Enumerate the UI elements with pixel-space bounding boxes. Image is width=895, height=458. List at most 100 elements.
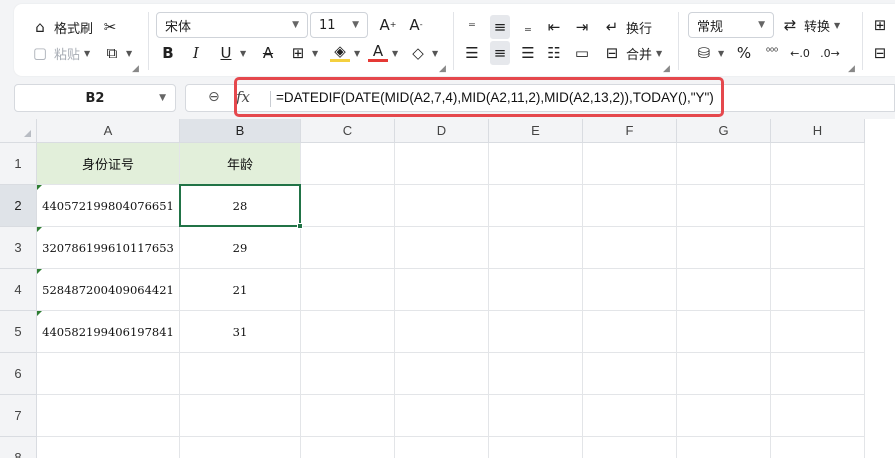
cell-e8[interactable] <box>489 437 583 458</box>
column-header-f[interactable]: F <box>583 119 677 143</box>
function-icon[interactable]: fx <box>236 88 250 106</box>
cell-h5[interactable] <box>771 311 865 353</box>
cell-g7[interactable] <box>677 395 771 437</box>
row-header-1[interactable]: 1 <box>0 143 37 185</box>
cell-g3[interactable] <box>677 227 771 269</box>
align-bottom-button[interactable]: ₌ <box>518 15 538 39</box>
cell-c5[interactable] <box>301 311 395 353</box>
row-col-button[interactable]: ⊞ <box>870 13 890 37</box>
cell-d7[interactable] <box>395 395 489 437</box>
cell-e7[interactable] <box>489 395 583 437</box>
number-format-select[interactable]: 常规 ▼ <box>688 12 774 38</box>
cell-d4[interactable] <box>395 269 489 311</box>
cell-f5[interactable] <box>583 311 677 353</box>
thousands-button[interactable]: ⁰⁰⁰ <box>762 41 782 65</box>
cell-a4[interactable]: 528487200409064421 <box>37 269 180 311</box>
row-header-4[interactable]: 4 <box>0 269 37 311</box>
cell-d8[interactable] <box>395 437 489 458</box>
cell-e1[interactable] <box>489 143 583 185</box>
font-launcher-icon[interactable]: ◢ <box>439 64 446 74</box>
currency-button[interactable]: ⛁ ▼ <box>694 41 724 65</box>
justify-button[interactable]: ☷ <box>544 41 564 65</box>
decrease-indent-button[interactable]: ⇤ <box>544 15 564 39</box>
cell-c3[interactable] <box>301 227 395 269</box>
row-header-6[interactable]: 6 <box>0 353 37 395</box>
cell-f7[interactable] <box>583 395 677 437</box>
cell-b2[interactable]: 28 <box>180 185 301 227</box>
cell-b4[interactable]: 21 <box>180 269 301 311</box>
cell-b6[interactable] <box>180 353 301 395</box>
cell-h4[interactable] <box>771 269 865 311</box>
percent-button[interactable]: % <box>734 41 754 65</box>
cell-d6[interactable] <box>395 353 489 395</box>
select-all-corner[interactable] <box>0 119 37 143</box>
align-top-button[interactable]: ⁼ <box>462 15 482 39</box>
cell-f8[interactable] <box>583 437 677 458</box>
row-header-2[interactable]: 2 <box>0 185 37 227</box>
column-header-a[interactable]: A <box>37 119 180 143</box>
increase-font-button[interactable]: A + <box>378 13 398 37</box>
align-middle-button[interactable]: ≡ <box>490 15 510 39</box>
cut-button[interactable]: ✂ <box>100 15 120 39</box>
row-header-5[interactable]: 5 <box>0 311 37 353</box>
cell-g4[interactable] <box>677 269 771 311</box>
font-size-select[interactable]: 11 ▼ <box>310 12 368 38</box>
convert-button[interactable]: ⇄ 转换 ▼ <box>780 13 840 37</box>
cell-a1[interactable]: 身份证号 <box>37 143 180 185</box>
cell-a5[interactable]: 440582199406197841 <box>37 311 180 353</box>
copy-button[interactable]: ⧉ ▼ <box>102 41 133 65</box>
cell-g2[interactable] <box>677 185 771 227</box>
cell-c4[interactable] <box>301 269 395 311</box>
cell-g1[interactable] <box>677 143 771 185</box>
underline-button[interactable]: U ▼ <box>216 41 247 65</box>
name-box[interactable]: B2 ▼ <box>14 84 176 112</box>
cell-d5[interactable] <box>395 311 489 353</box>
decrease-font-button[interactable]: A- <box>406 13 426 37</box>
cell-a2[interactable]: 440572199804076651 <box>37 185 180 227</box>
merge-button[interactable]: ⊟ 合并 ▼ <box>602 41 662 65</box>
cell-e3[interactable] <box>489 227 583 269</box>
cell-a6[interactable] <box>37 353 180 395</box>
cell-c6[interactable] <box>301 353 395 395</box>
cell-a3[interactable]: 320786199610117653 <box>37 227 180 269</box>
number-launcher-icon[interactable]: ◢ <box>848 64 855 74</box>
cell-b5[interactable]: 31 <box>180 311 301 353</box>
increase-indent-button[interactable]: ⇥ <box>572 15 592 39</box>
decrease-decimal-button[interactable]: .0→ <box>820 41 840 65</box>
cell-e6[interactable] <box>489 353 583 395</box>
font-color-button[interactable]: A ▼ <box>368 41 398 65</box>
cell-h3[interactable] <box>771 227 865 269</box>
cell-c7[interactable] <box>301 395 395 437</box>
increase-decimal-button[interactable]: ←.0 <box>790 41 810 65</box>
cell-f1[interactable] <box>583 143 677 185</box>
font-name-select[interactable]: 宋体 ▼ <box>156 12 308 38</box>
cell-h8[interactable] <box>771 437 865 458</box>
cell-f6[interactable] <box>583 353 677 395</box>
cell-h7[interactable] <box>771 395 865 437</box>
alignment-launcher-icon[interactable]: ◢ <box>663 64 670 74</box>
clipboard-launcher-icon[interactable]: ◢ <box>132 64 139 74</box>
cell-b8[interactable] <box>180 437 301 458</box>
cell-b3[interactable]: 29 <box>180 227 301 269</box>
cell-f2[interactable] <box>583 185 677 227</box>
zoom-icon[interactable]: ⊖ <box>208 89 220 105</box>
align-right-button[interactable]: ☰ <box>518 41 538 65</box>
wrap-text-button[interactable]: ↵ 换行 <box>602 15 652 39</box>
cell-g6[interactable] <box>677 353 771 395</box>
cell-a8[interactable] <box>37 437 180 458</box>
cell-b1[interactable]: 年龄 <box>180 143 301 185</box>
cell-e4[interactable] <box>489 269 583 311</box>
cell-e2[interactable] <box>489 185 583 227</box>
cell-h2[interactable] <box>771 185 865 227</box>
column-header-b[interactable]: B <box>180 119 301 143</box>
cell-a7[interactable] <box>37 395 180 437</box>
cell-d2[interactable] <box>395 185 489 227</box>
cell-h1[interactable] <box>771 143 865 185</box>
cell-g5[interactable] <box>677 311 771 353</box>
row-header-8[interactable]: 8 <box>0 437 37 458</box>
italic-button[interactable]: I <box>186 41 206 65</box>
worksheet-button[interactable]: ⊟ <box>870 41 890 65</box>
column-header-h[interactable]: H <box>771 119 865 143</box>
formula-text[interactable]: =DATEDIF(DATE(MID(A2,7,4),MID(A2,11,2),M… <box>276 90 714 105</box>
bold-button[interactable]: B <box>158 41 178 65</box>
